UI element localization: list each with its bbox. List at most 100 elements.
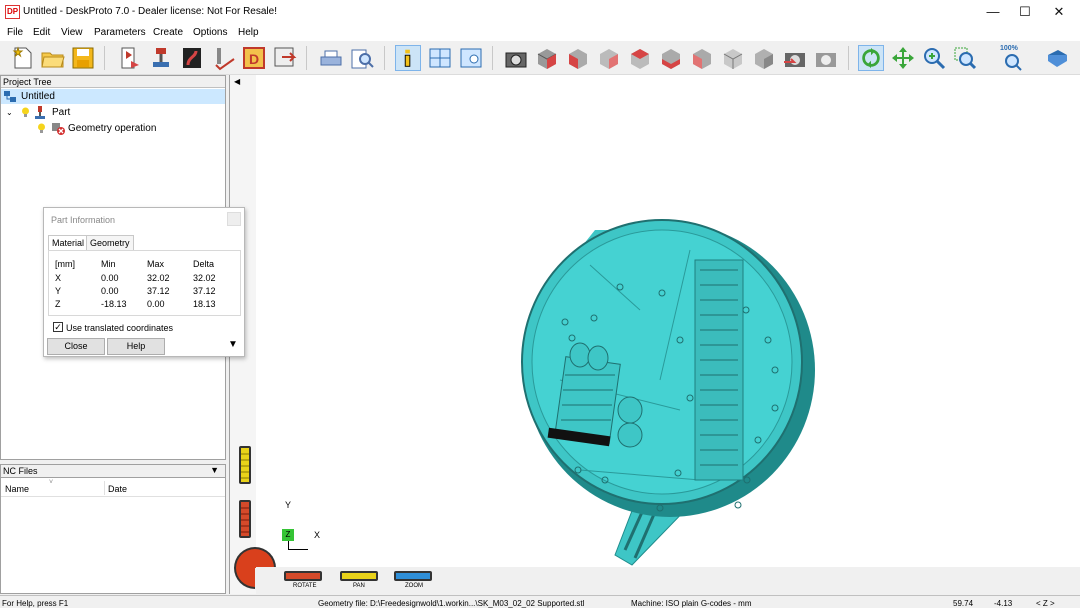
camera-icon[interactable] [503,45,529,71]
project-tree-header: Project Tree [1,76,225,88]
window-title: Untitled - DeskProto 7.0 - Dealer licens… [23,6,277,17]
close-window-button[interactable]: ✕ [1042,0,1076,24]
part-icon [35,106,45,119]
zoom-in-icon[interactable] [921,45,947,71]
menu-file[interactable]: File [7,27,23,38]
menu-parameters[interactable]: Parameters [94,27,146,38]
bulb-icon[interactable] [21,107,30,118]
header-delta: Delta [193,259,215,269]
dxf-operation-icon[interactable]: D [241,45,267,71]
svg-text:D: D [249,51,259,67]
3d-viewport[interactable]: ◀ Y X Z ROTATE PAN ZOOM [229,75,1080,594]
view-options-icon[interactable] [458,45,484,71]
header-max: Max [147,259,165,269]
view-right-icon[interactable] [658,45,684,71]
screenshot-icon[interactable] [813,45,839,71]
zoom-mode-icon[interactable] [394,571,432,581]
zoom-label: ZOOM [405,583,423,589]
red-slider-icon[interactable] [239,500,251,538]
dimensions-table: [mm] Min Max Delta X 0.00 32.02 32.02 Y … [48,250,241,316]
pan-label: PAN [353,583,365,589]
menu-help[interactable]: Help [238,27,259,38]
row-z-min: -18.13 [101,299,127,309]
minimize-button[interactable]: — [976,0,1010,24]
print-icon[interactable] [318,45,344,71]
info-icon[interactable] [395,45,421,71]
tree-item-operation-label: Geometry operation [68,123,157,134]
tree-item-part-label: Part [52,107,71,118]
expand-arrow-icon[interactable]: ▼ [228,339,238,350]
3d-model[interactable] [520,150,820,570]
rotate-label: ROTATE [293,583,317,589]
drill-operation-icon[interactable] [210,45,236,71]
tree-item-project[interactable]: Untitled [1,89,225,104]
rotate-view-icon[interactable] [858,45,884,71]
view-left-icon[interactable] [627,45,653,71]
dropdown-arrow-icon[interactable]: ▼ [210,464,219,476]
menu-bar: File Edit View Parameters Create Options… [0,24,1080,41]
view-front-icon[interactable] [565,45,591,71]
tree-item-part[interactable]: ⌄ Part [1,105,225,120]
column-name[interactable]: Name [5,484,29,494]
save-icon[interactable] [70,45,96,71]
view-bottom-icon[interactable] [720,45,746,71]
menu-view[interactable]: View [61,27,83,38]
tree-item-project-label: Untitled [21,91,55,102]
translated-coordinates-label: Use translated coordinates [66,323,174,333]
row-x-delta: 32.02 [193,273,216,283]
save-nc-icon[interactable] [272,45,298,71]
zoom-100-label: 100% [1000,45,1018,52]
nc-files-panel: NC Files ▼ Name ˅ Date [0,464,226,594]
part-information-dialog: Part Information Material Geometry [mm] … [43,207,245,357]
view-default-icon[interactable] [751,45,777,71]
axis-x-label: X [314,530,321,540]
tab-geometry[interactable]: Geometry [86,235,134,250]
menu-edit[interactable]: Edit [33,27,50,38]
row-y-delta: 37.12 [193,286,216,296]
row-x-min: 0.00 [101,273,119,283]
translated-coordinates-checkbox[interactable]: ✓ [53,322,63,332]
nc-files-header: NC Files ▼ [1,465,225,478]
operation-error-icon [52,123,65,135]
yellow-slider-icon[interactable] [239,446,251,484]
new-project-icon[interactable] [10,45,36,71]
zoom-100-button[interactable]: 100% [1000,45,1026,71]
help-book-icon[interactable] [1044,45,1070,71]
pan-mode-icon[interactable] [340,571,378,581]
panel-toggle-arrow-icon[interactable]: ◀ [234,77,240,86]
collapse-chevron-icon[interactable]: ⌄ [6,105,13,120]
maximize-button[interactable]: ☐ [1008,0,1042,24]
render-icon[interactable] [782,45,808,71]
nc-files-title: NC Files [3,466,38,476]
tree-item-operation[interactable]: Geometry operation [1,121,225,136]
menu-options[interactable]: Options [193,27,227,38]
view-top-icon[interactable] [689,45,715,71]
view-iso-icon[interactable] [534,45,560,71]
close-button[interactable]: Close [47,338,105,355]
help-button[interactable]: Help [107,338,165,355]
zoom-100-icon [1005,54,1022,71]
title-bar: DP Untitled - DeskProto 7.0 - Dealer lic… [0,0,1080,24]
bitmap-icon[interactable] [179,45,205,71]
row-z-max: 0.00 [147,299,165,309]
load-geometry-icon[interactable] [117,45,143,71]
dialog-close-icon[interactable] [227,212,241,226]
axis-z-label: Z [282,529,294,541]
view-back-icon[interactable] [596,45,622,71]
row-x-max: 32.02 [147,273,170,283]
print-preview-icon[interactable] [349,45,375,71]
rotate-mode-icon[interactable] [284,571,322,581]
tab-material[interactable]: Material [48,235,89,250]
axis-y-label: Y [285,500,292,510]
bulb-icon[interactable] [37,123,46,134]
pan-view-icon[interactable] [890,45,916,71]
part-icon[interactable] [148,45,174,71]
open-folder-icon[interactable] [40,45,66,71]
windows-layout-icon[interactable] [427,45,453,71]
zoom-window-icon[interactable] [952,45,978,71]
project-icon [4,91,16,102]
column-date[interactable]: Date [108,484,127,494]
row-z-axis: Z [55,299,61,309]
menu-create[interactable]: Create [153,27,183,38]
app-logo-icon: DP [5,5,20,19]
